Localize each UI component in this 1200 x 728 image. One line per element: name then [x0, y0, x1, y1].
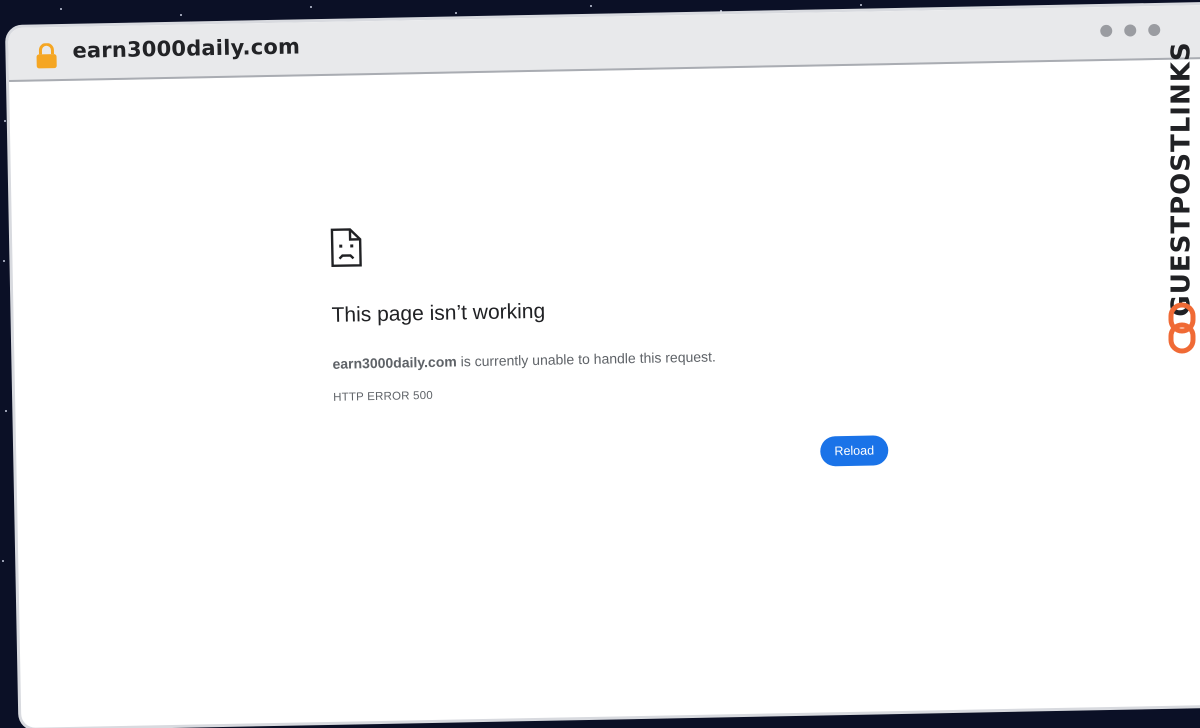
- error-message: earn3000daily.com is currently unable to…: [332, 348, 716, 371]
- error-title: This page isn’t working: [331, 299, 546, 327]
- browser-window: earn3000daily.com This page isn’t workin…: [8, 4, 1200, 728]
- error-message-text: is currently unable to handle this reque…: [456, 348, 717, 370]
- window-controls: [1100, 23, 1161, 38]
- lock-icon: [36, 43, 57, 69]
- page-content: This page isn’t working earn3000daily.co…: [9, 58, 1200, 727]
- address-bar-url[interactable]: earn3000daily.com: [72, 34, 300, 62]
- watermark-text: GUESTPOSTLINKS: [1167, 41, 1198, 317]
- error-code: HTTP ERROR 500: [333, 389, 433, 404]
- window-control-dot[interactable]: [1124, 24, 1137, 37]
- sad-page-icon: [330, 228, 362, 268]
- link-logo-icon: [1168, 302, 1196, 354]
- error-domain: earn3000daily.com: [332, 353, 457, 372]
- window-control-dot[interactable]: [1100, 24, 1113, 38]
- reload-button[interactable]: Reload: [819, 435, 889, 467]
- window-control-dot[interactable]: [1148, 23, 1161, 37]
- watermark: GUESTPOSTLINKS: [1162, 41, 1200, 316]
